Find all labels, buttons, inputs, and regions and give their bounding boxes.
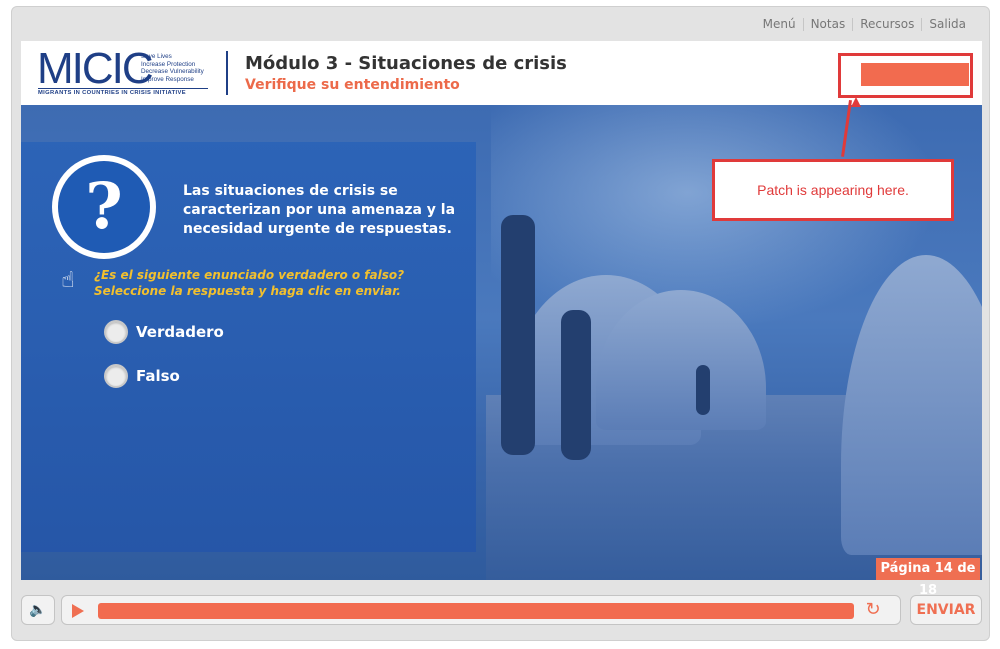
annotation-arrow-head [851,97,861,107]
option-label: Verdadero [136,323,224,341]
orange-patch [861,63,969,86]
replay-icon[interactable]: ↻ [862,599,884,621]
page-indicator: Página 14 de 18 [876,558,980,598]
annotation-highlight-box [838,53,973,98]
annotation-callout: Patch is appearing here. [712,159,954,221]
option-falso[interactable]: Falso [104,364,180,388]
background-person [501,215,535,455]
nav-menu[interactable]: Menú [756,17,803,31]
speaker-icon[interactable]: 🔈 [21,595,55,625]
progress-track[interactable] [98,603,854,619]
logo-tagline: Save Lives Increase Protection Decrease … [141,53,204,83]
question-mark-glyph: ? [58,161,150,253]
annotation-callout-text: Patch is appearing here. [757,182,909,198]
page-title: Módulo 3 - Situaciones de crisis [245,53,567,74]
radio-button[interactable] [104,364,128,388]
nav-exit[interactable]: Salida [922,17,973,31]
logo-subtitle: MIGRANTS IN COUNTRIES IN CRISIS INITIATI… [38,88,208,96]
header-divider [226,51,228,95]
playback-bar: ↻ [61,595,901,625]
option-verdadero[interactable]: Verdadero [104,320,224,344]
top-nav: Menú Notas Recursos Salida [756,17,973,31]
nav-notes[interactable]: Notas [804,17,853,31]
hand-pointer-icon: ☝ [61,268,75,293]
background-person [561,310,591,460]
question-text: Las situaciones de crisis se caracteriza… [183,183,456,237]
radio-button[interactable] [104,320,128,344]
play-icon[interactable] [72,604,84,618]
nav-resources[interactable]: Recursos [853,17,921,31]
player-controls: 🔈 ↻ ENVIAR [11,590,990,630]
page-subtitle: Verifique su entendimiento [245,77,460,93]
logo-wordmark: MICIC [37,44,154,93]
submit-button[interactable]: ENVIAR [910,595,982,625]
micic-logo: MICIC Save Lives Increase Protection Dec… [37,44,213,96]
question-mark-icon: ? [52,155,156,259]
question-instruction: ¿Es el siguiente enunciado verdadero o f… [94,268,405,298]
background-person [696,365,710,415]
option-label: Falso [136,367,180,385]
